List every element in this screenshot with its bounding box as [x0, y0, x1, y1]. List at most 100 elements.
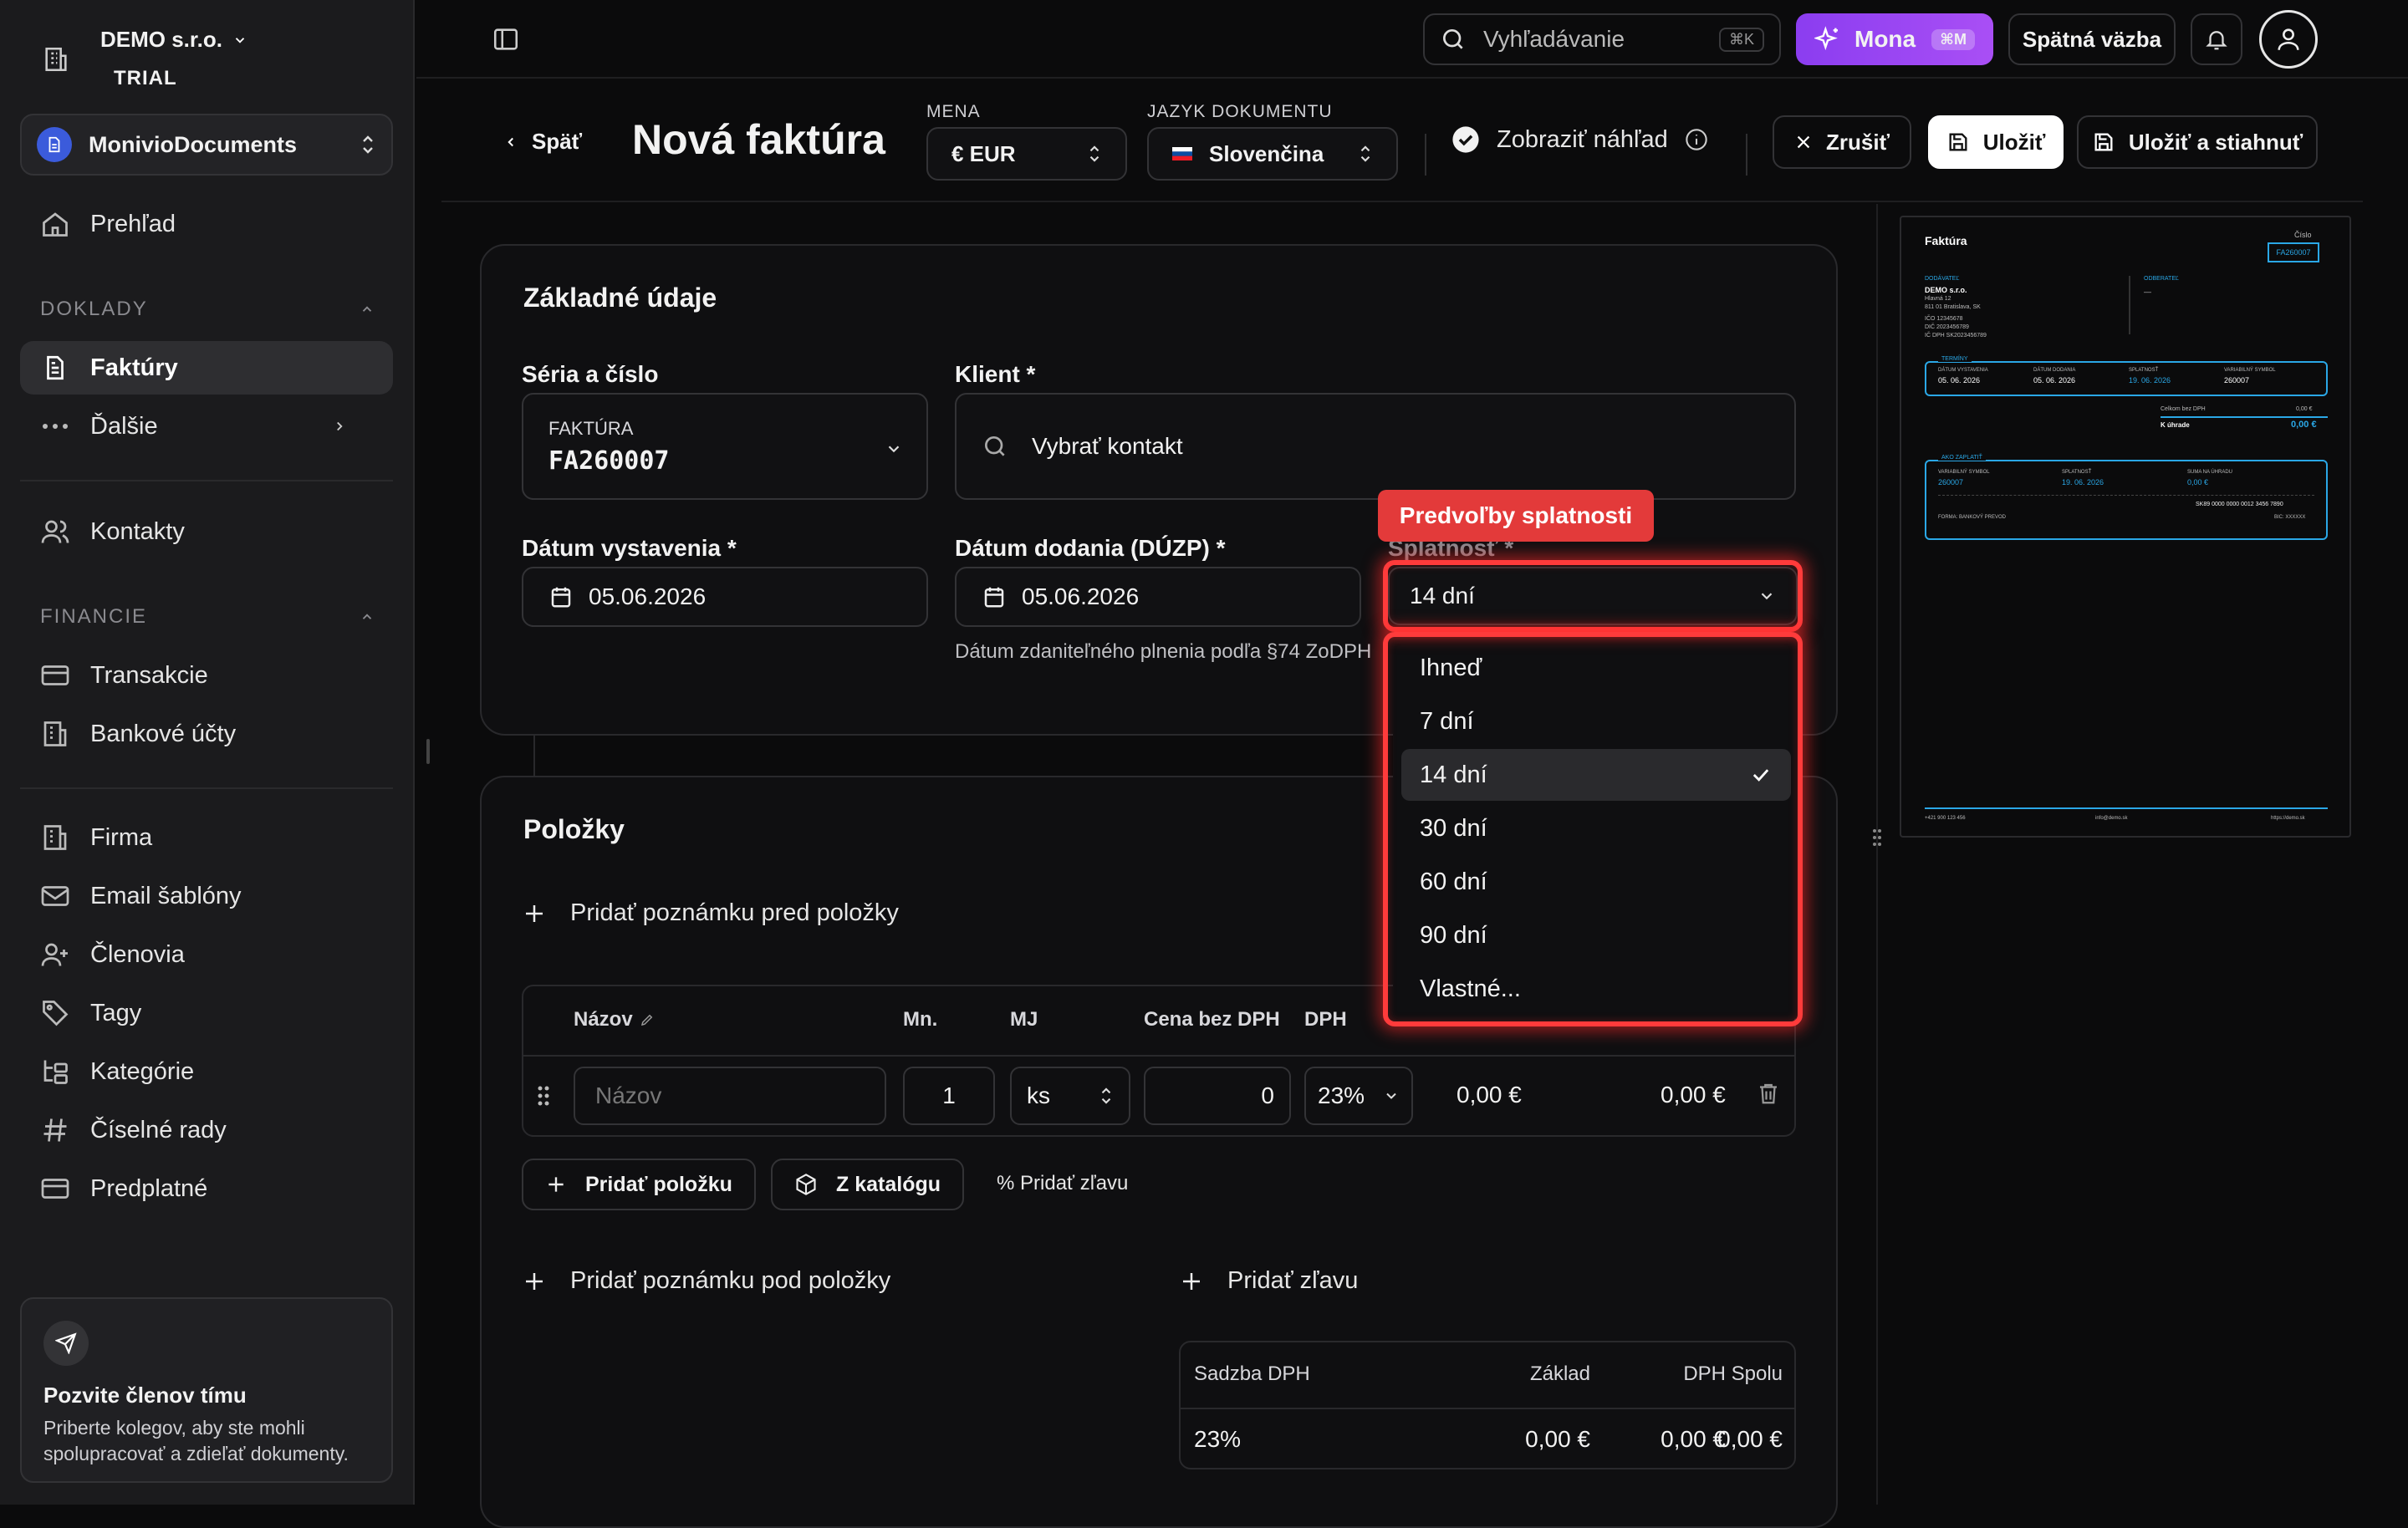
topbar: Vyhľadávanie ⌘K Mona ⌘M Spätná väzba	[416, 0, 2408, 79]
nav-email-templates[interactable]: Email šablóny	[20, 869, 393, 923]
invite-card[interactable]: Pozvite členov tímu Priberte kolegov, ab…	[20, 1297, 393, 1483]
delivery-date-input[interactable]: 05.06.2026	[955, 567, 1361, 627]
vat-header-total: Spolu	[1731, 1362, 1783, 1385]
back-button[interactable]: Späť	[503, 129, 582, 155]
item-price-input[interactable]: 0	[1144, 1067, 1291, 1125]
vat-header-rate: Sadzba DPH	[1194, 1362, 1310, 1385]
show-preview-toggle[interactable]: Zobraziť náhľad	[1451, 125, 1708, 154]
invoice-preview-pane: Faktúra Číslo FA260007 DODÁVATEĽ DEMO s.…	[1876, 204, 2368, 1505]
section-docs[interactable]: DOKLADY	[40, 298, 375, 321]
divider	[20, 787, 393, 789]
nav-company[interactable]: Firma	[20, 811, 393, 864]
nav-categories[interactable]: Kategórie	[20, 1045, 393, 1098]
cancel-button[interactable]: Zrušiť	[1773, 115, 1911, 169]
preview-delivery: 05. 06. 2026	[2033, 376, 2076, 385]
more-dots-icon	[38, 421, 72, 431]
credit-card-icon	[38, 1174, 72, 1204]
item-name-input[interactable]: Názov	[574, 1067, 886, 1125]
package-icon	[794, 1173, 818, 1196]
add-note-before-button[interactable]: Pridať poznámku pred položky	[522, 899, 899, 927]
save-download-button[interactable]: Uložiť a stiahnuť	[2077, 115, 2318, 169]
back-label: Späť	[532, 129, 583, 154]
series-type: FAKTÚRA	[548, 417, 634, 439]
save-icon	[2092, 130, 2115, 154]
preview-number: FA260007	[2268, 242, 2319, 262]
workspace-name: MonivioDocuments	[89, 131, 298, 157]
invoice-preview-page[interactable]: Faktúra Číslo FA260007 DODÁVATEĽ DEMO s.…	[1900, 216, 2351, 838]
nav-transactions[interactable]: Transakcie	[20, 649, 393, 702]
divider	[20, 480, 393, 481]
nav-number-series[interactable]: Číselné rady	[20, 1103, 393, 1157]
language-value: Slovenčina	[1209, 140, 1324, 166]
issue-date-input[interactable]: 05.06.2026	[522, 567, 928, 627]
add-discount-button[interactable]: Pridať zľavu	[1179, 1267, 1358, 1295]
add-note-before-label: Pridať poznámku pred položky	[570, 899, 899, 926]
save-download-label: Uložiť a stiahnuť	[2128, 129, 2303, 155]
nav-bank-accounts-label: Bankové účty	[90, 720, 237, 747]
preview-supplier-city: 811 01 Bratislava, SK	[1925, 304, 1981, 310]
client-placeholder: Vybrať kontakt	[1032, 433, 1183, 459]
search-input[interactable]: Vyhľadávanie ⌘K	[1423, 13, 1781, 65]
preview-customer-label: ODBERATEĽ	[2144, 276, 2179, 282]
chevron-up-icon	[360, 609, 375, 624]
nav-contacts[interactable]: Kontakty	[20, 505, 393, 558]
nav-subscription-label: Predplatné	[90, 1174, 208, 1202]
notifications-button[interactable]	[2191, 13, 2242, 65]
chevron-down-icon	[1383, 1087, 1400, 1104]
item-unit-select[interactable]: ks	[1010, 1067, 1130, 1125]
column-name: Názov	[574, 1008, 655, 1031]
nav-overview[interactable]: Prehľad	[20, 197, 393, 251]
client-select[interactable]: Vybrať kontakt	[955, 393, 1796, 500]
calendar-icon	[548, 584, 574, 609]
divider	[1925, 807, 2328, 809]
currency-select[interactable]: € EUR	[926, 127, 1127, 181]
calendar-icon	[982, 584, 1007, 609]
preview-terms-box	[1925, 361, 2328, 396]
nav-invoices-label: Faktúry	[90, 354, 178, 381]
user-avatar[interactable]	[2259, 10, 2318, 69]
cancel-label: Zrušiť	[1825, 129, 1890, 155]
preview-ico: IČO 12345678	[1925, 316, 1963, 322]
credit-card-icon	[38, 660, 72, 690]
drag-handle-icon[interactable]	[535, 1083, 552, 1108]
feedback-button[interactable]: Spätná väzba	[2008, 13, 2176, 65]
series-label: Séria a číslo	[522, 361, 659, 387]
save-button[interactable]: Uložiť	[1928, 115, 2064, 169]
series-select[interactable]: FAKTÚRA FA260007	[522, 393, 928, 500]
trash-icon[interactable]	[1756, 1080, 1781, 1107]
add-note-after-button[interactable]: Pridať poznámku pod položky	[522, 1267, 890, 1295]
from-catalog-button[interactable]: Z katalógu	[771, 1159, 965, 1210]
vat-row-rate: 23%	[1194, 1426, 1242, 1452]
divider	[1425, 134, 1426, 176]
language-select[interactable]: Slovenčina	[1147, 127, 1398, 181]
nav-more[interactable]: Ďalšie	[20, 400, 393, 453]
info-icon[interactable]	[1685, 128, 1708, 151]
nav-bank-accounts[interactable]: Bankové účty	[20, 707, 393, 761]
sidebar-resize-handle[interactable]	[426, 739, 430, 764]
nav-members[interactable]: Členovia	[20, 928, 393, 981]
add-item-button[interactable]: Pridať položku	[522, 1159, 756, 1210]
nav-tags-label: Tagy	[90, 999, 142, 1026]
nav-subscription[interactable]: Predplatné	[20, 1162, 393, 1215]
item-total: 0,00 €	[1661, 1082, 1726, 1108]
workspace-switcher[interactable]: MonivioDocuments	[20, 114, 393, 176]
document-logo-icon	[37, 127, 72, 162]
pencil-icon[interactable]	[640, 1012, 655, 1027]
users-icon	[38, 517, 72, 547]
nav-invoices[interactable]: Faktúry	[20, 341, 393, 395]
add-discount-label: Pridať zľavu	[1227, 1267, 1359, 1294]
preview-iban: SK89 0000 0000 0012 3456 7890	[2196, 502, 2283, 507]
section-finance[interactable]: FINANCIE	[40, 605, 375, 629]
preview-topay-value: 0,00 €	[2291, 420, 2317, 430]
invite-text: Priberte kolegov, aby ste mohli spolupra…	[43, 1417, 349, 1464]
mona-button[interactable]: Mona ⌘M	[1796, 13, 1993, 65]
nav-tags[interactable]: Tagy	[20, 986, 393, 1040]
preview-pay-due: 19. 06. 2026	[2062, 478, 2104, 486]
currency-value: € EUR	[951, 140, 1016, 166]
item-qty-input[interactable]: 1	[903, 1067, 995, 1125]
add-discount-small-button[interactable]: % Pridať zľavu	[997, 1172, 1128, 1195]
save-label: Uložiť	[1982, 129, 2046, 155]
item-vat-select[interactable]: 23%	[1304, 1067, 1413, 1125]
sidebar-toggle-icon[interactable]	[492, 25, 520, 53]
preview-delivery-label: DÁTUM DODANIA	[2033, 368, 2076, 373]
